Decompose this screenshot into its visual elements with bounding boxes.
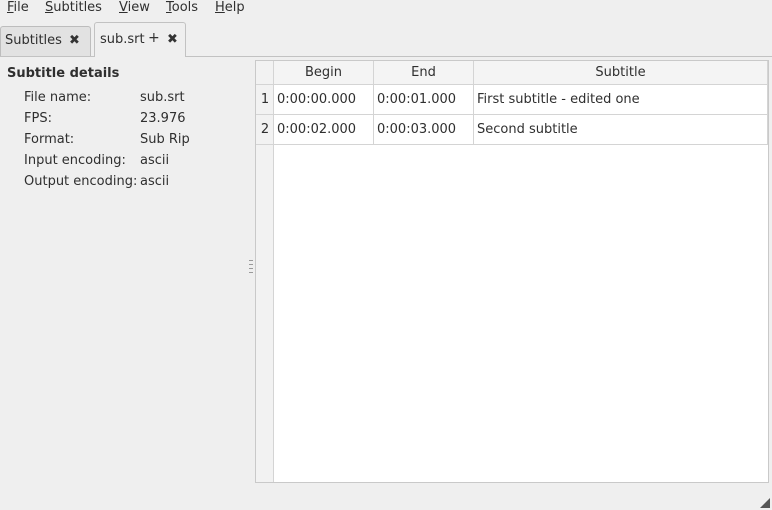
menu-subtitles-rest: ubtitles bbox=[53, 0, 102, 15]
format-value: Sub Rip bbox=[140, 132, 190, 147]
column-header-end[interactable]: End bbox=[374, 61, 474, 85]
column-header-begin[interactable]: Begin bbox=[274, 61, 374, 85]
column-header-subtitle[interactable]: Subtitle bbox=[474, 61, 768, 85]
app-window: File Subtitles View Tools Help Subtitles… bbox=[0, 0, 772, 510]
menu-subtitles[interactable]: Subtitles bbox=[45, 0, 102, 18]
subtitle-details-panel: Subtitle details File name: sub.srt FPS:… bbox=[0, 60, 250, 510]
menu-tools-rest: ools bbox=[171, 0, 199, 15]
tab-sub-srt-label: sub.srt bbox=[100, 32, 145, 47]
row-header[interactable]: 2 bbox=[256, 115, 274, 145]
fps-label: FPS: bbox=[24, 111, 52, 126]
output-encoding-value: ascii bbox=[140, 174, 170, 189]
cell-subtitle[interactable]: First subtitle - edited one bbox=[474, 85, 768, 115]
modified-indicator: + bbox=[148, 30, 160, 46]
menu-bar: File Subtitles View Tools Help bbox=[0, 0, 772, 18]
cell-begin[interactable]: 0:00:00.000 bbox=[274, 85, 374, 115]
output-encoding-label: Output encoding: bbox=[24, 174, 138, 189]
menu-view-mnemonic: V bbox=[119, 0, 128, 15]
menu-help[interactable]: Help bbox=[215, 0, 245, 18]
details-title: Subtitle details bbox=[7, 66, 120, 81]
splitter-dot bbox=[249, 260, 253, 261]
file-name-value: sub.srt bbox=[140, 90, 185, 105]
tab-sub-srt[interactable]: sub.srt + ✖ bbox=[94, 22, 186, 57]
splitter-handle-icon[interactable] bbox=[248, 258, 254, 278]
cell-end[interactable]: 0:00:03.000 bbox=[374, 115, 474, 145]
close-icon[interactable]: ✖ bbox=[167, 32, 178, 47]
cell-end[interactable]: 0:00:01.000 bbox=[374, 85, 474, 115]
resize-grip-icon[interactable] bbox=[760, 498, 770, 508]
close-icon[interactable]: ✖ bbox=[69, 33, 80, 48]
splitter-dot bbox=[249, 272, 253, 273]
fps-value: 23.976 bbox=[140, 111, 186, 126]
menu-view-rest: iew bbox=[127, 0, 150, 15]
menu-view[interactable]: View bbox=[119, 0, 150, 18]
menu-help-rest: elp bbox=[224, 0, 245, 15]
cell-begin[interactable]: 0:00:02.000 bbox=[274, 115, 374, 145]
menu-help-mnemonic: H bbox=[215, 0, 225, 15]
input-encoding-value: ascii bbox=[140, 153, 170, 168]
splitter-dot bbox=[249, 268, 253, 269]
menu-file-rest: ile bbox=[13, 0, 29, 15]
splitter-dot bbox=[249, 264, 253, 265]
tab-subtitles[interactable]: Subtitles ✖ bbox=[0, 26, 91, 56]
file-name-label: File name: bbox=[24, 90, 92, 105]
input-encoding-label: Input encoding: bbox=[24, 153, 126, 168]
menu-file[interactable]: File bbox=[7, 0, 29, 18]
menu-tools[interactable]: Tools bbox=[166, 0, 198, 18]
cell-subtitle[interactable]: Second subtitle bbox=[474, 115, 768, 145]
row-header[interactable]: 1 bbox=[256, 85, 274, 115]
subtitle-table[interactable]: Begin End Subtitle 1 0:00:00.000 0:00:01… bbox=[255, 60, 769, 483]
tab-subtitles-label: Subtitles bbox=[5, 33, 62, 48]
table-corner[interactable] bbox=[256, 61, 274, 85]
format-label: Format: bbox=[24, 132, 75, 147]
